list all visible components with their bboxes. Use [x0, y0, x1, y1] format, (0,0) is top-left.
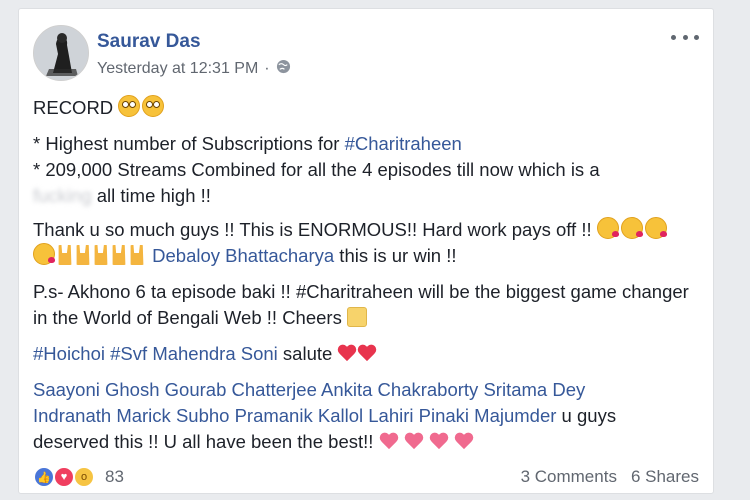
mention-subho-pramanik[interactable]: Subho Pramanik — [176, 405, 313, 426]
sparkling-heart-icon — [404, 433, 424, 451]
ps-paragraph: P.s- Akhono 6 ta episode baki !! #Charit… — [33, 281, 689, 328]
sparkling-heart-icon — [379, 433, 399, 451]
names-paragraph: Saayoni Ghosh Gourab Chatterjee Ankita C… — [33, 377, 699, 455]
bullet-2-continued: fucking all time high !! — [33, 183, 699, 209]
timestamp[interactable]: Yesterday at 12:31 PM — [97, 60, 258, 78]
hashtag-hoichoi[interactable]: #Hoichoi — [33, 343, 105, 364]
mention-kallol-lahiri[interactable]: Kallol Lahiri — [318, 405, 414, 426]
kiss-face-icon — [33, 243, 55, 265]
meta-separator: · — [264, 60, 270, 77]
comments-count[interactable]: 3 Comments — [521, 467, 617, 487]
post-header: Saurav Das Yesterday at 12:31 PM · — [33, 25, 699, 81]
mention-saayoni-ghosh[interactable]: Saayoni Ghosh — [33, 379, 160, 400]
love-icon: ♥ — [53, 466, 75, 488]
names-line-1: Saayoni Ghosh Gourab Chatterjee Ankita C… — [33, 377, 699, 403]
post-card: Saurav Das Yesterday at 12:31 PM · RECOR… — [18, 8, 714, 494]
kiss-face-icon — [596, 217, 619, 239]
shares-count[interactable]: 6 Shares — [631, 467, 699, 487]
mention-sritama-dey[interactable]: Sritama Dey — [483, 379, 585, 400]
names-line-2: Indranath Marick Subho Pramanik Kallol L… — [33, 405, 617, 426]
engagement-stats: 3 Comments 6 Shares — [521, 467, 699, 487]
mention-indranath-marick[interactable]: Indranath Marick — [33, 405, 171, 426]
more-options-icon[interactable] — [671, 29, 699, 45]
post-body: RECORD * Highest number of Subscriptions… — [33, 95, 699, 455]
mention-gourab-chatterjee[interactable]: Gourab Chatterjee — [165, 379, 317, 400]
hashtag-charitraheen[interactable]: #Charitraheen — [345, 133, 462, 154]
sparkling-heart-icon — [454, 433, 474, 451]
author-name[interactable]: Saurav Das — [97, 31, 201, 53]
thanks-paragraph: Thank u so much guys !! This is ENORMOUS… — [33, 217, 699, 269]
heart-icon — [337, 345, 357, 363]
flushed-face-icon — [142, 95, 165, 117]
record-line: RECORD — [33, 95, 699, 121]
bullet-list: * Highest number of Subscriptions for #C… — [33, 131, 699, 209]
rock-hand-icon — [76, 245, 90, 265]
sparkling-heart-icon — [429, 433, 449, 451]
avatar[interactable] — [33, 25, 89, 81]
rock-hand-icon — [94, 245, 108, 265]
mention-debaloy[interactable]: Debaloy Bhattacharya — [152, 245, 334, 266]
wow-icon: o — [73, 466, 95, 488]
blurred-word: fucking — [33, 185, 92, 206]
like-icon: 👍 — [33, 466, 55, 488]
bullet-1: * Highest number of Subscriptions for #C… — [33, 133, 462, 154]
rock-hand-icon — [130, 245, 144, 265]
mention-pinaki-majumder[interactable]: Pinaki Majumder — [419, 405, 557, 426]
heart-icon — [357, 345, 377, 363]
mention-ankita-chakraborty[interactable]: Ankita Chakraborty — [321, 379, 478, 400]
globe-icon — [276, 59, 291, 79]
kiss-face-icon — [644, 217, 667, 239]
rock-hand-icon — [112, 245, 126, 265]
hashtag-svf[interactable]: #Svf — [110, 343, 147, 364]
tags-paragraph: #Hoichoi #Svf Mahendra Soni salute — [33, 341, 699, 367]
avatar-image — [34, 26, 88, 80]
rock-hand-icon — [58, 245, 72, 265]
beer-icon — [346, 307, 367, 327]
post-meta: Yesterday at 12:31 PM · — [97, 59, 291, 79]
reaction-summary[interactable]: 👍 ♥ o 83 — [33, 466, 124, 488]
kiss-face-icon — [620, 217, 643, 239]
bullet-2: * 209,000 Streams Combined for all the 4… — [33, 159, 600, 180]
flushed-face-icon — [118, 95, 141, 117]
names-line-3: deserved this !! U all have been the bes… — [33, 429, 699, 455]
reaction-count[interactable]: 83 — [105, 467, 124, 487]
mention-mahendra-soni[interactable]: Mahendra Soni — [152, 343, 277, 364]
post-footer: 👍 ♥ o 83 3 Comments 6 Shares — [33, 465, 699, 489]
